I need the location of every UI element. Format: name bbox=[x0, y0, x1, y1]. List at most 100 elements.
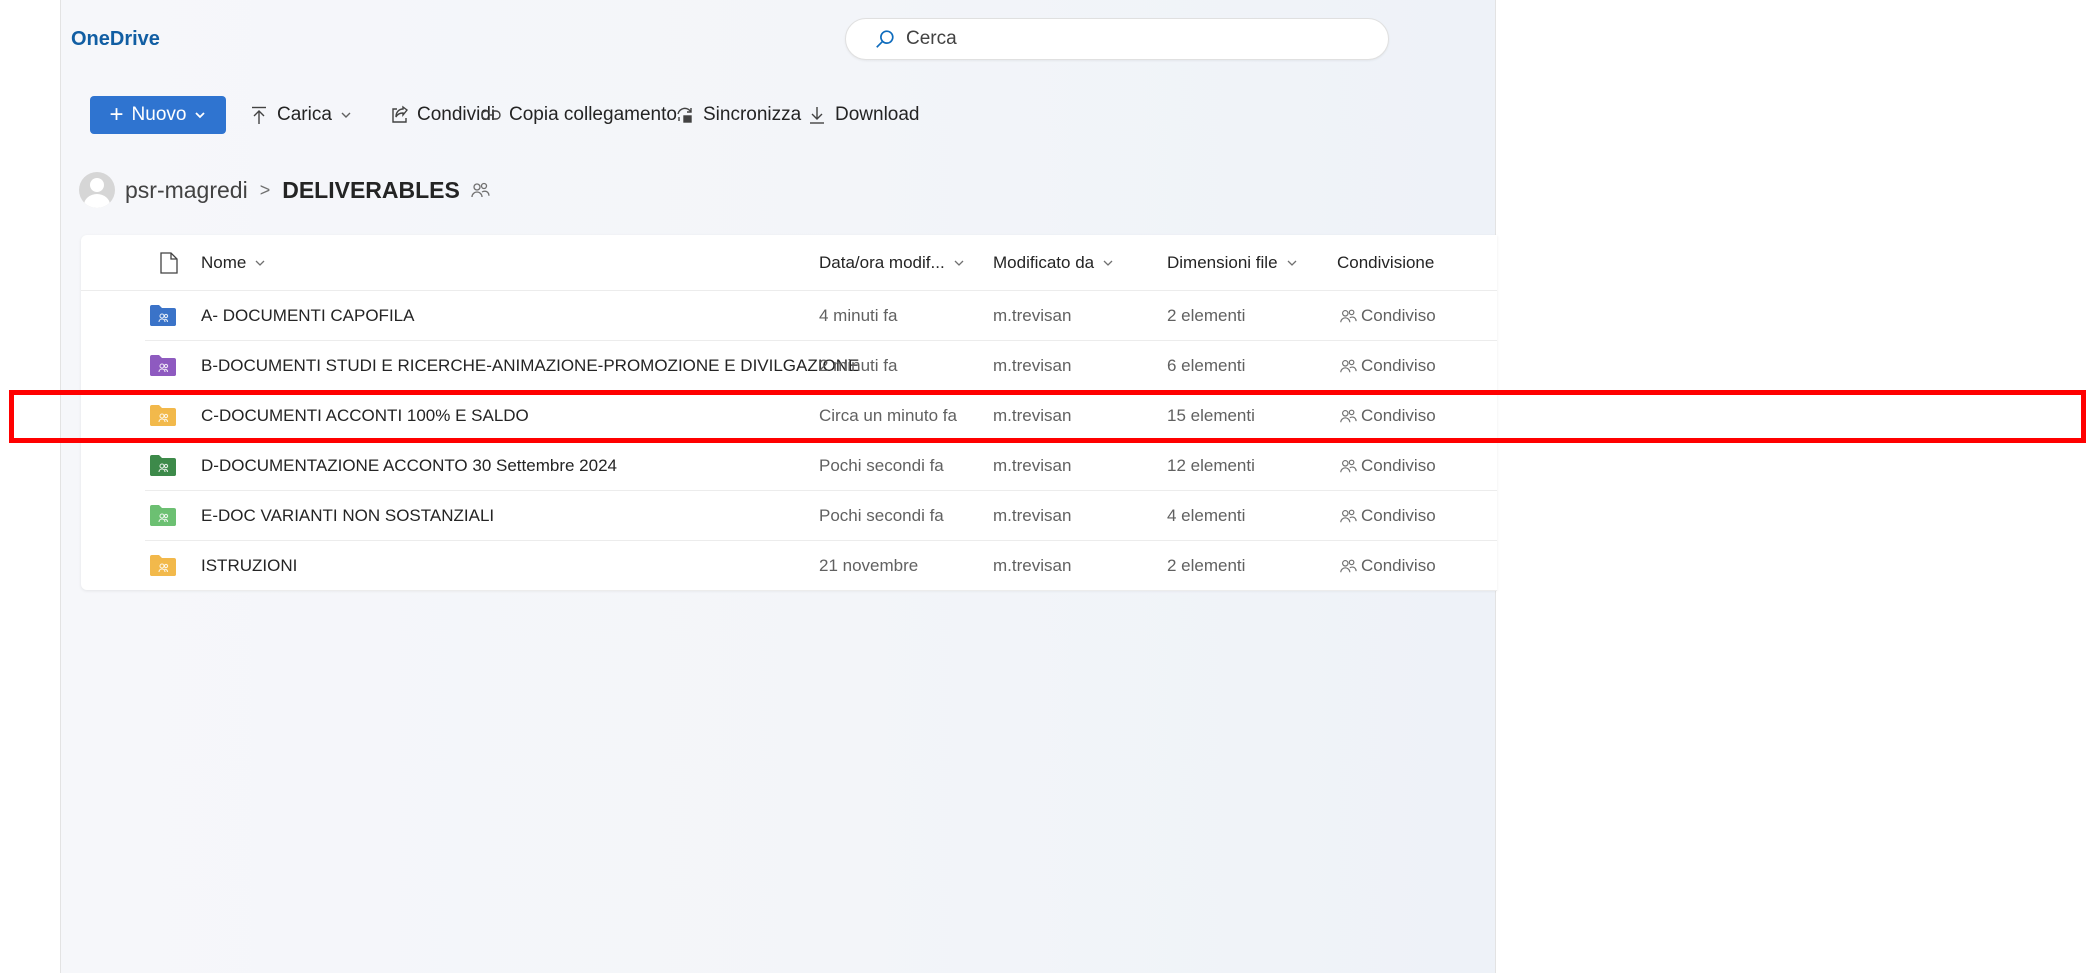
cell-modified: 4 minuti fa bbox=[819, 306, 898, 325]
column-header-name-label: Nome bbox=[201, 253, 247, 272]
new-button-label: Nuovo bbox=[131, 104, 187, 125]
link-icon bbox=[481, 110, 501, 120]
sharing-status[interactable]: Condiviso bbox=[1339, 306, 1436, 326]
file-list-header: Nome Data/ora modif... Modificato da Dim… bbox=[81, 235, 1497, 291]
cell-size: 2 elementi bbox=[1167, 306, 1246, 325]
sharing-status[interactable]: Condiviso bbox=[1339, 456, 1436, 476]
table-row[interactable]: B-DOCUMENTI STUDI E RICERCHE-ANIMAZIONE-… bbox=[145, 341, 1497, 391]
search-icon bbox=[876, 30, 894, 48]
plus-icon: + bbox=[109, 101, 124, 128]
file-list: Nome Data/ora modif... Modificato da Dim… bbox=[81, 235, 1497, 591]
sharing-label: Condiviso bbox=[1361, 406, 1436, 425]
cell-modified-by: m.trevisan bbox=[993, 456, 1072, 475]
upload-icon bbox=[252, 106, 266, 124]
cell-size: 6 elementi bbox=[1167, 356, 1246, 375]
breadcrumb-current: DELIVERABLES bbox=[282, 176, 460, 203]
cell-modified: Pochi secondi fa bbox=[819, 456, 944, 475]
sharing-status[interactable]: Condiviso bbox=[1339, 406, 1436, 426]
table-row[interactable]: A- DOCUMENTI CAPOFILA 4 minuti fa m.trevis… bbox=[145, 291, 1497, 341]
shared-folder-icon bbox=[150, 555, 176, 576]
sharing-label: Condiviso bbox=[1361, 306, 1436, 325]
chevron-down-icon bbox=[195, 112, 206, 119]
chevron-down-icon bbox=[1103, 260, 1113, 266]
cell-modified-by: m.trevisan bbox=[993, 556, 1072, 575]
table-row[interactable]: ISTRUZIONI 21 novembre m.trevisan 2 element… bbox=[145, 541, 1497, 591]
chevron-down-icon bbox=[255, 260, 265, 266]
cell-modified: 21 novembre bbox=[819, 556, 919, 575]
copy-link-label: Copia collegamento bbox=[509, 104, 677, 125]
breadcrumb: psr-magredi > DELIVERABLES bbox=[79, 170, 490, 210]
file-name[interactable]: E-DOC VARIANTI NON SOSTANZIALI bbox=[201, 506, 494, 526]
shared-people-icon bbox=[1340, 409, 1357, 423]
upload-button[interactable]: Carica bbox=[249, 101, 352, 129]
column-header-sharing[interactable]: Condivisione bbox=[1337, 253, 1434, 273]
column-header-modified-by[interactable]: Modificato da bbox=[993, 253, 1114, 273]
copy-link-button[interactable]: Copia collegamento bbox=[481, 101, 677, 129]
shared-people-icon bbox=[471, 182, 490, 198]
shared-people-icon bbox=[1340, 559, 1357, 573]
cell-modified: Pochi secondi fa bbox=[819, 506, 944, 525]
sharing-status[interactable]: Condiviso bbox=[1339, 506, 1436, 526]
shared-folder-icon bbox=[150, 405, 176, 426]
cell-modified-by: m.trevisan bbox=[993, 356, 1072, 375]
avatar bbox=[79, 172, 115, 208]
app-title[interactable]: OneDrive bbox=[71, 28, 160, 51]
file-name[interactable]: D-DOCUMENTAZIONE ACCONTO 30 Settembre 20… bbox=[201, 456, 617, 476]
sharing-label: Condiviso bbox=[1361, 506, 1436, 525]
sharing-label: Condiviso bbox=[1361, 456, 1436, 475]
table-row[interactable]: C-DOCUMENTI ACCONTI 100% E SALDO Circa un… bbox=[145, 391, 1497, 441]
sync-label: Sincronizza bbox=[703, 104, 802, 125]
chevron-down-icon bbox=[954, 260, 964, 266]
shared-people-icon bbox=[1340, 509, 1357, 523]
share-icon bbox=[392, 105, 408, 123]
column-header-size[interactable]: Dimensioni file bbox=[1167, 253, 1298, 273]
file-name[interactable]: A- DOCUMENTI CAPOFILA bbox=[201, 306, 414, 326]
share-button[interactable]: Condividi bbox=[389, 101, 495, 129]
shared-folder-icon bbox=[150, 505, 176, 526]
column-header-size-label: Dimensioni file bbox=[1167, 253, 1278, 272]
column-header-name[interactable]: Nome bbox=[201, 253, 266, 273]
download-button[interactable]: Download bbox=[807, 101, 920, 129]
new-button[interactable]: + Nuovo bbox=[90, 96, 226, 134]
file-name[interactable]: ISTRUZIONI bbox=[201, 556, 297, 576]
file-name[interactable]: B-DOCUMENTI STUDI E RICERCHE-ANIMAZIONE-… bbox=[201, 356, 859, 376]
table-row[interactable]: E-DOC VARIANTI NON SOSTANZIALI Pochi seco… bbox=[145, 491, 1497, 541]
cell-modified-by: m.trevisan bbox=[993, 306, 1072, 325]
sharing-status[interactable]: Condiviso bbox=[1339, 356, 1436, 376]
chevron-down-icon bbox=[341, 112, 351, 118]
upload-label: Carica bbox=[277, 104, 332, 125]
search-box[interactable]: Cerca bbox=[845, 18, 1389, 60]
cell-size: 2 elementi bbox=[1167, 556, 1246, 575]
cell-size: 4 elementi bbox=[1167, 506, 1246, 525]
column-header-modified-label: Data/ora modif... bbox=[819, 253, 945, 272]
download-icon bbox=[810, 107, 824, 124]
breadcrumb-separator-icon: > bbox=[259, 179, 271, 200]
breadcrumb-root[interactable]: psr-magredi bbox=[125, 177, 248, 204]
cell-size: 12 elementi bbox=[1167, 456, 1255, 475]
shared-people-icon bbox=[1340, 459, 1357, 473]
download-label: Download bbox=[835, 104, 920, 125]
file-name[interactable]: C-DOCUMENTI ACCONTI 100% E SALDO bbox=[201, 406, 529, 426]
shared-folder-icon bbox=[150, 355, 176, 376]
column-header-modified-by-label: Modificato da bbox=[993, 253, 1095, 272]
shared-people-icon bbox=[1340, 359, 1357, 373]
sync-button[interactable]: Sincronizza bbox=[675, 101, 801, 129]
file-type-icon[interactable] bbox=[159, 251, 179, 275]
shared-people-icon bbox=[1340, 309, 1357, 323]
sync-icon bbox=[677, 107, 692, 123]
shared-folder-icon bbox=[150, 455, 176, 476]
sharing-status[interactable]: Condiviso bbox=[1339, 556, 1436, 576]
cell-modified-by: m.trevisan bbox=[993, 506, 1072, 525]
column-header-modified[interactable]: Data/ora modif... bbox=[819, 253, 965, 273]
search-placeholder: Cerca bbox=[906, 28, 957, 49]
sharing-label: Condiviso bbox=[1361, 356, 1436, 375]
sharing-label: Condiviso bbox=[1361, 556, 1436, 575]
table-row[interactable]: D-DOCUMENTAZIONE ACCONTO 30 Settembre 20… bbox=[145, 441, 1497, 491]
shared-folder-icon bbox=[150, 305, 176, 326]
column-header-sharing-label: Condivisione bbox=[1337, 253, 1435, 272]
cell-size: 15 elementi bbox=[1167, 406, 1255, 425]
cell-modified: Circa un minuto fa bbox=[819, 406, 957, 425]
cell-modified-by: m.trevisan bbox=[993, 406, 1072, 425]
chevron-down-icon bbox=[1287, 260, 1297, 266]
cell-modified: 2 minuti fa bbox=[819, 356, 898, 375]
